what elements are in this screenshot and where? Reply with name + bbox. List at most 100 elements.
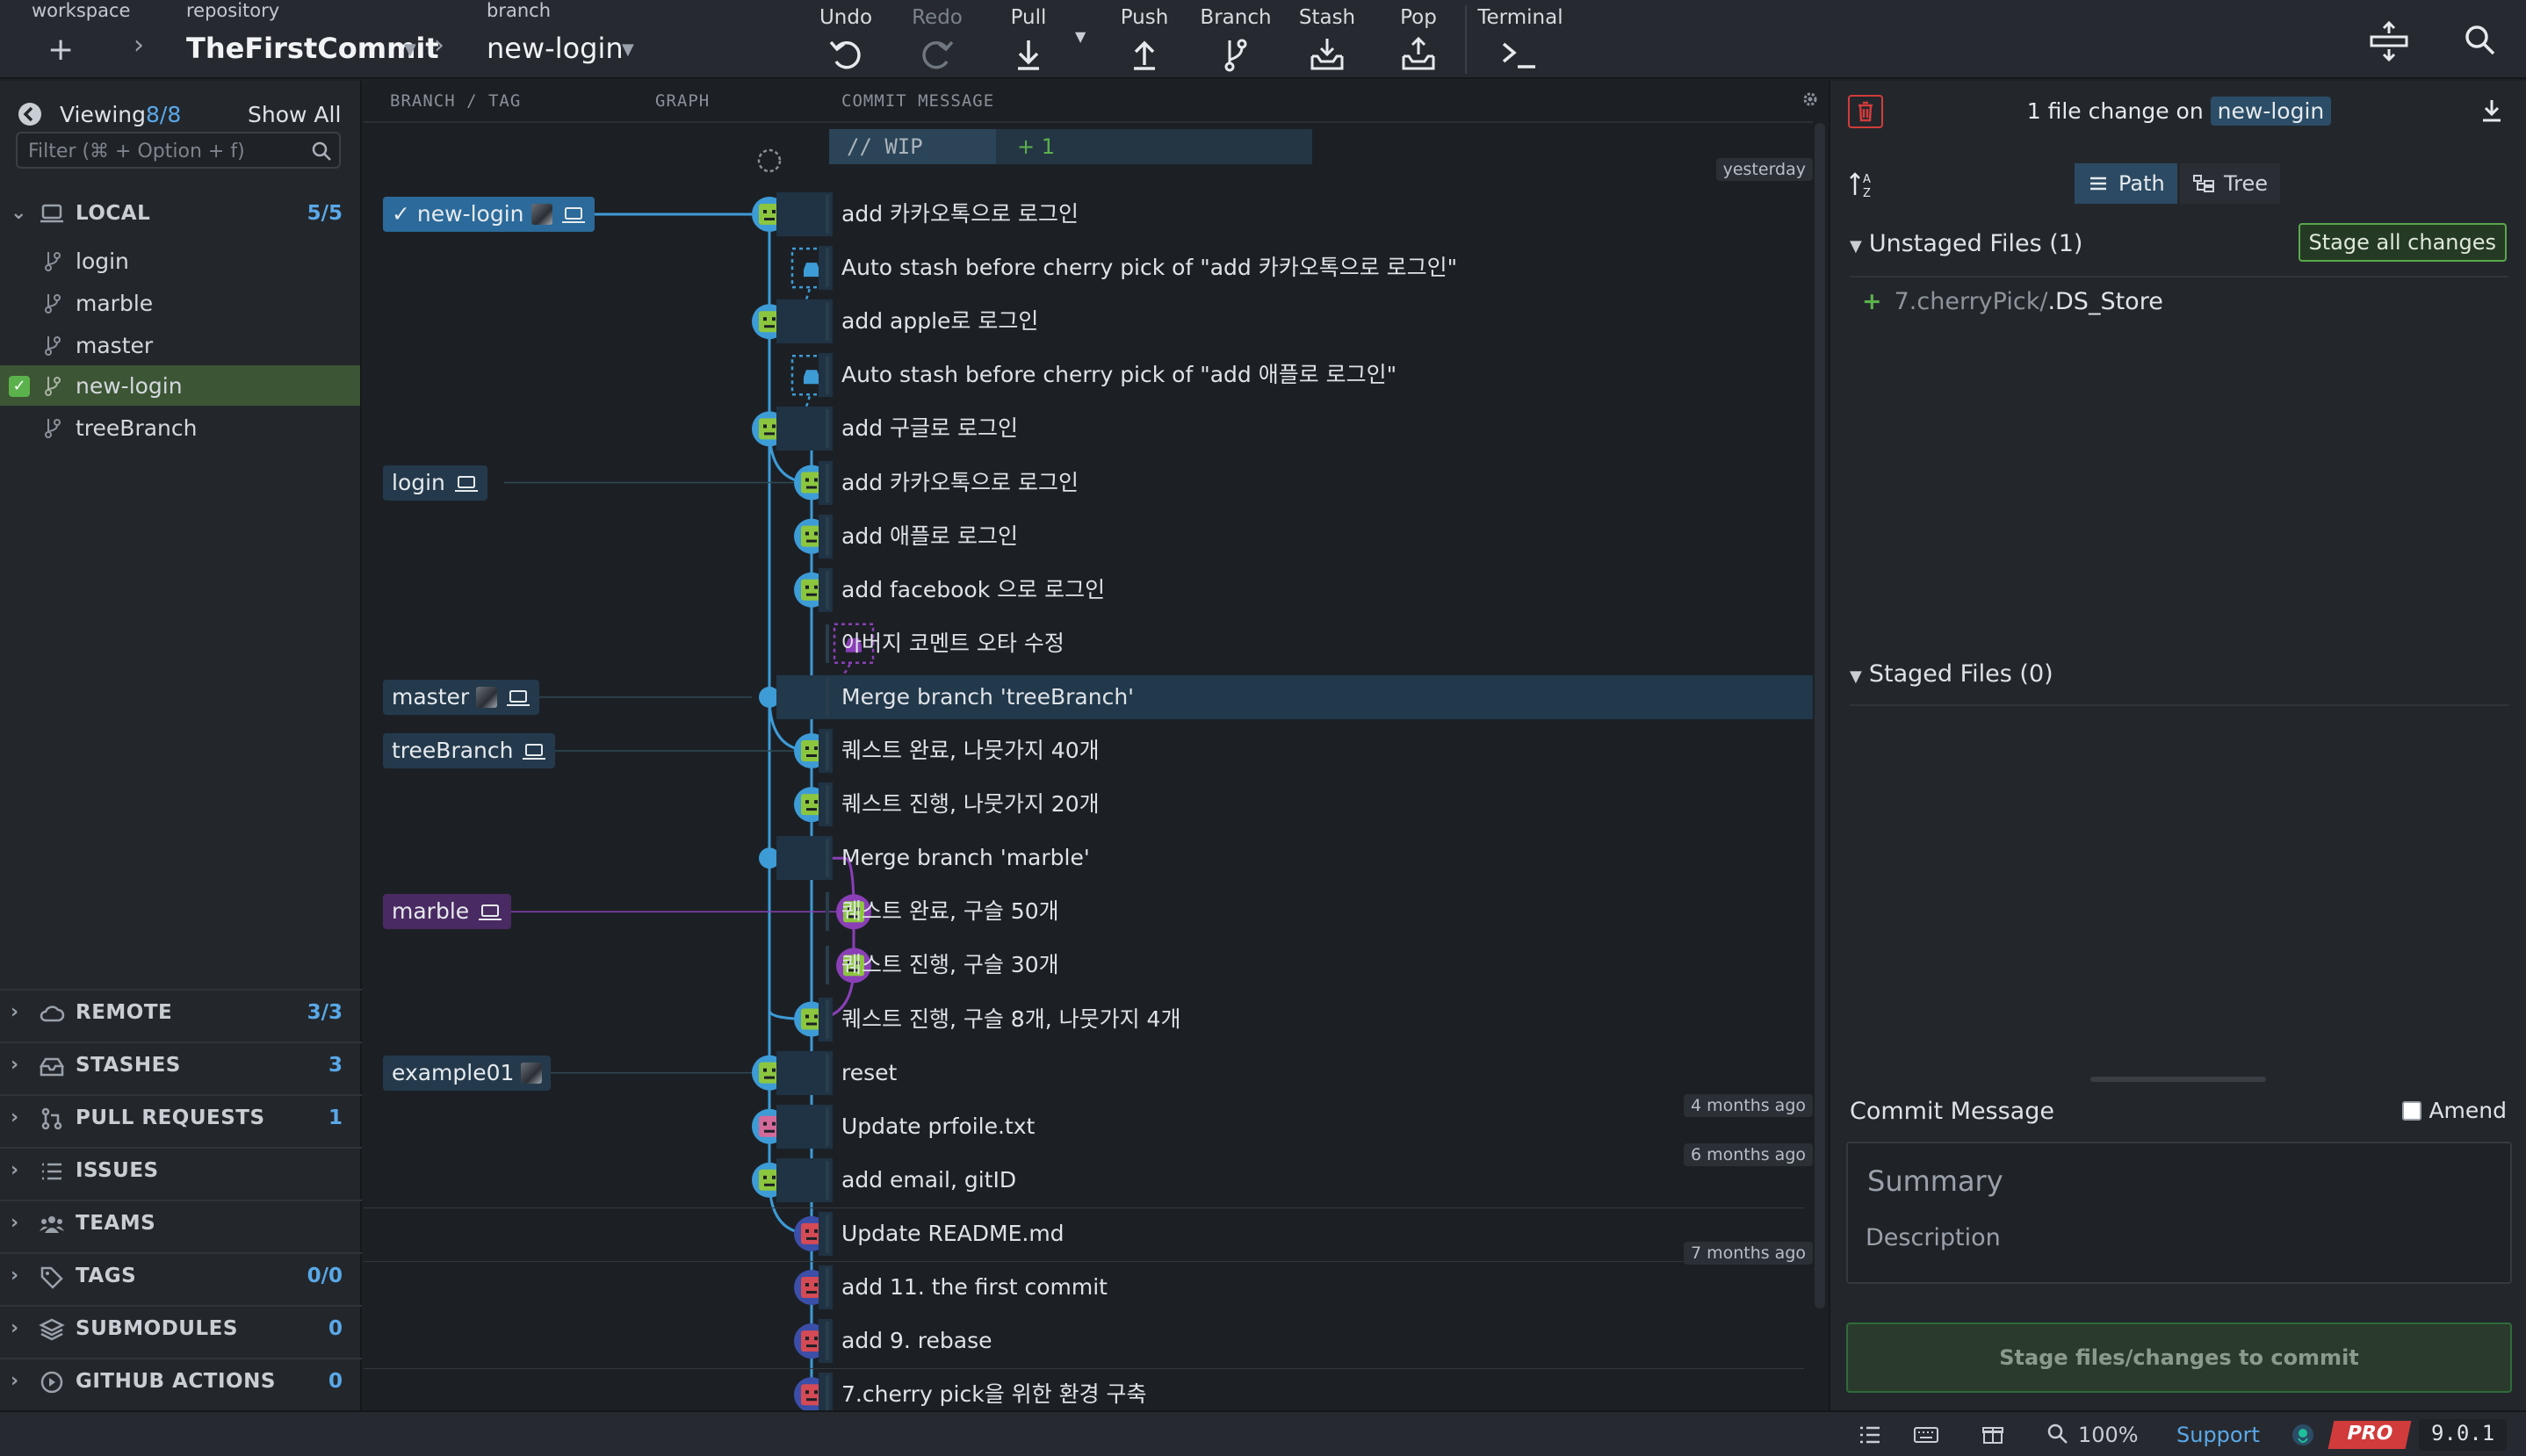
filter-input[interactable]: Filter (⌘ + Option + f) xyxy=(16,132,341,169)
collapse-panel-icon[interactable] xyxy=(18,102,42,126)
current-branch-name[interactable]: new-login xyxy=(487,32,624,65)
pop-button[interactable]: Pop xyxy=(1370,4,1467,74)
avatar-eye xyxy=(805,1390,809,1395)
commit-message[interactable]: Merge branch 'treeBranch' xyxy=(841,678,1134,717)
terminal-button[interactable]: Terminal xyxy=(1472,4,1569,74)
commit-message[interactable]: add email, gitID xyxy=(841,1161,1016,1200)
zoom-icon[interactable] xyxy=(2046,1423,2069,1445)
branch-ref-master[interactable]: master xyxy=(383,679,540,715)
row-message-divider xyxy=(826,1160,829,1200)
pull-requests-section-header[interactable]: › PULL REQUESTS 1 xyxy=(0,1096,362,1142)
commit-message[interactable]: add 11. the first commit xyxy=(841,1268,1108,1307)
gitkraken-icon[interactable] xyxy=(2291,1423,2315,1447)
branch-ref-marble[interactable]: marble xyxy=(383,894,512,930)
description-input[interactable]: Description xyxy=(1866,1224,2001,1251)
staged-files-header[interactable]: ▼ Staged Files (0) xyxy=(1850,660,2053,688)
download-icon[interactable] xyxy=(2479,97,2505,125)
commit-message[interactable]: reset xyxy=(841,1054,897,1092)
amend-checkbox[interactable]: Amend xyxy=(2402,1098,2507,1123)
issues-section-header[interactable]: › ISSUES xyxy=(0,1149,362,1194)
graph-scrollbar[interactable] xyxy=(1815,123,1825,1308)
resize-handle[interactable] xyxy=(2090,1077,2266,1082)
commit-message-box[interactable]: Summary Description xyxy=(1846,1142,2512,1284)
layout-toggle-icon[interactable] xyxy=(2364,19,2414,61)
branch-button[interactable]: Branch xyxy=(1187,4,1284,74)
summary-input[interactable]: Summary xyxy=(1867,1164,2003,1198)
commit-message[interactable]: add 애플로 로그인 xyxy=(841,517,1018,556)
commit-message[interactable]: 아버지 코멘트 오타 수정 xyxy=(841,624,1065,663)
pull-options-icon[interactable]: ▼ xyxy=(1075,28,1086,45)
undo-button[interactable]: Undo xyxy=(797,4,894,74)
stash-button[interactable]: Stash xyxy=(1279,4,1375,74)
commit-message[interactable]: 퀘스트 완료, 나뭇가지 40개 xyxy=(841,732,1100,770)
commit-message[interactable]: 퀘스트 진행, 구슬 8개, 나뭇가지 4개 xyxy=(841,1000,1180,1039)
branch-dropdown-icon[interactable]: ▼ xyxy=(622,40,634,59)
commit-message[interactable]: Auto stash before cherry pick of "add 카카… xyxy=(841,249,1457,287)
branch-item-marble[interactable]: marble xyxy=(0,283,360,323)
commit-message[interactable]: Update README.md xyxy=(841,1215,1065,1253)
toolbar-separator xyxy=(1465,5,1467,74)
commit-message[interactable]: add 9. rebase xyxy=(841,1322,992,1360)
commit-message[interactable]: add facebook 으로 로그인 xyxy=(841,571,1105,609)
teams-section-header[interactable]: › TEAMS xyxy=(0,1201,362,1247)
zoom-level[interactable]: 100% xyxy=(2078,1423,2139,1447)
stashes-section-header[interactable]: › STASHES 3 xyxy=(0,1043,362,1089)
redo-button[interactable]: Redo xyxy=(889,4,985,74)
commit-row[interactable] xyxy=(776,1050,1813,1095)
commit-message[interactable]: 퀘스트 진행, 나뭇가지 20개 xyxy=(841,785,1100,824)
add-tab-icon[interactable]: + xyxy=(47,32,74,68)
row-message-divider xyxy=(826,623,829,663)
repository-dropdown-icon[interactable]: ▼ xyxy=(404,40,416,59)
tags-section-header[interactable]: › TAGS 0/0 xyxy=(0,1254,362,1300)
list-view-icon[interactable] xyxy=(1858,1424,1881,1445)
commit-button[interactable]: Stage files/changes to commit xyxy=(1846,1323,2512,1393)
commit-message[interactable]: add 카카오톡으로 로그인 xyxy=(841,195,1079,234)
pull-button[interactable]: Pull xyxy=(980,4,1077,74)
branch-ref-new-login[interactable]: ✓ new-login xyxy=(383,197,595,232)
redo-icon xyxy=(922,40,954,69)
path-view-toggle[interactable]: Path xyxy=(2075,163,2177,204)
search-icon[interactable] xyxy=(2463,23,2498,58)
commit-message[interactable]: add apple로 로그인 xyxy=(841,302,1038,341)
chevron-right-icon: › xyxy=(11,1054,19,1076)
avatar-mouth xyxy=(806,1022,817,1026)
local-section-header[interactable]: ⌄ LOCAL 5/5 xyxy=(0,191,362,237)
sort-icon[interactable]: A Z xyxy=(1848,169,1880,200)
branch-item-new-login[interactable]: ✓ new-login xyxy=(0,365,360,406)
commit-message[interactable]: 7.cherry pick을 위한 환경 구축 xyxy=(841,1375,1147,1414)
section-count: 3/3 xyxy=(307,1001,343,1024)
laptop-icon xyxy=(40,204,63,223)
commit-message[interactable]: add 카카오톡으로 로그인 xyxy=(841,464,1079,502)
pro-badge[interactable]: PRO xyxy=(2328,1421,2412,1449)
remote-section-header[interactable]: › REMOTE 3/3 xyxy=(0,991,362,1036)
section-label: ISSUES xyxy=(76,1159,159,1182)
repository-name[interactable]: TheFirstCommit xyxy=(186,32,439,65)
support-link[interactable]: Support xyxy=(2176,1423,2260,1447)
commit-message[interactable]: 퀘스트 진행, 구슬 30개 xyxy=(841,946,1059,984)
branch-item-login[interactable]: login xyxy=(0,241,360,281)
gift-icon[interactable] xyxy=(1981,1423,2004,1445)
branch-item-treebranch[interactable]: treeBranch xyxy=(0,407,360,448)
unstaged-file-row[interactable]: +7.cherryPick/.DS_Store xyxy=(1862,288,2163,315)
tree-view-toggle[interactable]: Tree xyxy=(2180,163,2281,204)
branch-item-label: new-login xyxy=(76,373,183,399)
commit-message[interactable]: Update prfoile.txt xyxy=(841,1107,1035,1146)
commit-message[interactable]: Auto stash before cherry pick of "add 애플… xyxy=(841,356,1397,394)
branch-ref-login[interactable]: login xyxy=(383,465,487,501)
branch-ref-example01[interactable]: example01 xyxy=(383,1055,552,1091)
commit-message[interactable]: 퀘스트 완료, 구슬 50개 xyxy=(841,892,1059,931)
github-actions-section-header[interactable]: › GITHUB ACTIONS 0 xyxy=(0,1359,362,1405)
show-all-button[interactable]: Show All xyxy=(248,102,341,127)
push-button[interactable]: Push xyxy=(1096,4,1193,74)
branch-item-master[interactable]: master xyxy=(0,325,360,365)
unstaged-files-header[interactable]: ▼ Unstaged Files (1) xyxy=(1850,230,2082,257)
stage-all-changes-button[interactable]: Stage all changes xyxy=(2298,223,2507,262)
pop-icon xyxy=(1402,36,1435,70)
row-message-divider xyxy=(826,302,829,342)
keyboard-icon[interactable] xyxy=(1913,1424,1939,1445)
commit-message[interactable]: Merge branch 'marble' xyxy=(841,839,1090,877)
commit-message[interactable]: add 구글로 로그인 xyxy=(841,409,1018,448)
branch-ref-treebranch[interactable]: treeBranch xyxy=(383,733,556,768)
submodules-section-header[interactable]: › SUBMODULES 0 xyxy=(0,1307,362,1352)
amend-box[interactable] xyxy=(2402,1101,2422,1121)
